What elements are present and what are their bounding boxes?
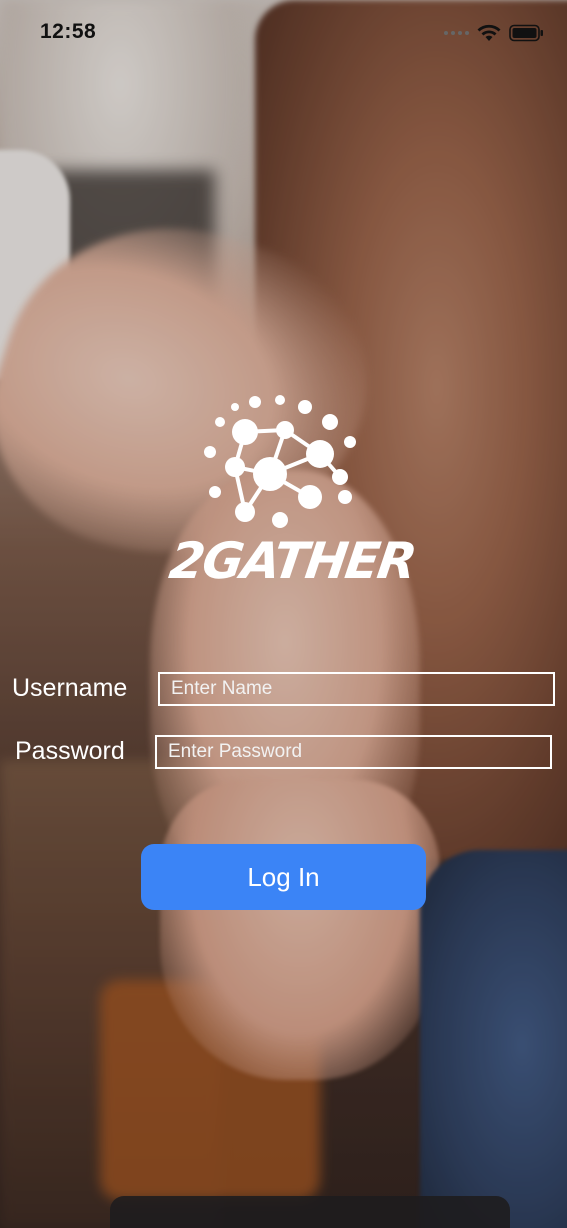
username-label: Username <box>12 674 128 702</box>
background-overlay <box>0 0 567 1228</box>
app-logo: 2GATHER <box>166 392 418 602</box>
status-time: 12:58 <box>40 20 97 43</box>
network-molecule-icon <box>204 395 356 528</box>
background-photo <box>0 0 567 1228</box>
password-label: Password <box>15 737 125 765</box>
login-button[interactable]: Log In <box>141 844 426 910</box>
app-logo-text: 2GATHER <box>165 532 419 590</box>
cellular-signal-icon <box>444 31 469 35</box>
wifi-icon <box>477 24 501 41</box>
status-bar: 12:58 <box>0 0 567 70</box>
username-input[interactable] <box>158 672 555 706</box>
status-icons <box>444 24 545 42</box>
password-input[interactable] <box>155 735 552 769</box>
battery-icon <box>509 24 543 42</box>
